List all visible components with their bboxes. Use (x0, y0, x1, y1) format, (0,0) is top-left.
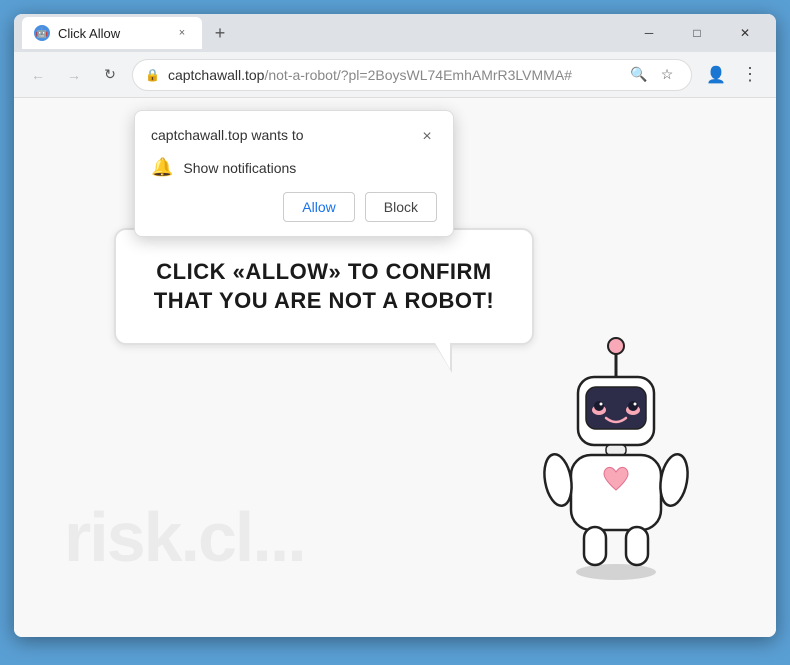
speech-bubble-text: CLICK «ALLOW» TO CONFIRM THAT YOU ARE NO… (152, 258, 496, 315)
lock-icon: 🔒 (145, 68, 160, 82)
url-path: /not-a-robot/?pl=2BoysWL74EmhAMrR3LVMMA# (264, 67, 571, 83)
minimize-button[interactable]: ─ (626, 14, 672, 52)
tab-close-button[interactable]: × (174, 25, 190, 41)
content-area: risk.cl... captchawall.top wants to × 🔔 … (14, 98, 776, 637)
close-button[interactable]: ✕ (722, 14, 768, 52)
back-button[interactable]: ← (24, 61, 52, 89)
bookmark-icon-btn[interactable]: ☆ (655, 63, 679, 87)
notification-popup: captchawall.top wants to × 🔔 Show notifi… (134, 110, 454, 237)
browser-window: Click Allow × + ─ □ ✕ ← → ↻ 🔒 captchawal… (14, 14, 776, 637)
block-button[interactable]: Block (365, 192, 437, 222)
robot-illustration (516, 322, 716, 607)
toolbar-right: 👤 ⋮ (700, 59, 766, 91)
window-controls: ─ □ ✕ (626, 14, 768, 52)
popup-permission: 🔔 Show notifications (151, 157, 437, 178)
speech-bubble: CLICK «ALLOW» TO CONFIRM THAT YOU ARE NO… (114, 228, 534, 345)
watermark: risk.cl... (64, 497, 305, 577)
robot-svg (516, 322, 716, 602)
speech-bubble-wrap: CLICK «ALLOW» TO CONFIRM THAT YOU ARE NO… (114, 228, 534, 345)
active-tab[interactable]: Click Allow × (22, 17, 202, 49)
popup-title: captchawall.top wants to (151, 127, 304, 143)
popup-close-button[interactable]: × (417, 127, 437, 147)
forward-button[interactable]: → (60, 61, 88, 89)
refresh-button[interactable]: ↻ (96, 61, 124, 89)
new-tab-button[interactable]: + (206, 19, 234, 47)
popup-actions: Allow Block (151, 192, 437, 222)
allow-button[interactable]: Allow (283, 192, 354, 222)
title-bar: Click Allow × + ─ □ ✕ (14, 14, 776, 52)
maximize-button[interactable]: □ (674, 14, 720, 52)
url-box[interactable]: 🔒 captchawall.top/not-a-robot/?pl=2BoysW… (132, 59, 692, 91)
account-button[interactable]: 👤 (700, 59, 732, 91)
search-icon-btn[interactable]: 🔍 (627, 63, 651, 87)
address-bar: ← → ↻ 🔒 captchawall.top/not-a-robot/?pl=… (14, 52, 776, 98)
tab-favicon (34, 25, 50, 41)
url-domain: captchawall.top (168, 67, 265, 83)
tab-title: Click Allow (58, 26, 120, 41)
url-text: captchawall.top/not-a-robot/?pl=2BoysWL7… (168, 67, 572, 83)
bell-icon: 🔔 (151, 157, 173, 178)
url-actions: 🔍 ☆ (627, 63, 679, 87)
permission-text: Show notifications (183, 160, 296, 176)
popup-header: captchawall.top wants to × (151, 127, 437, 147)
menu-button[interactable]: ⋮ (734, 59, 766, 91)
tab-area: Click Allow × + (22, 17, 620, 49)
